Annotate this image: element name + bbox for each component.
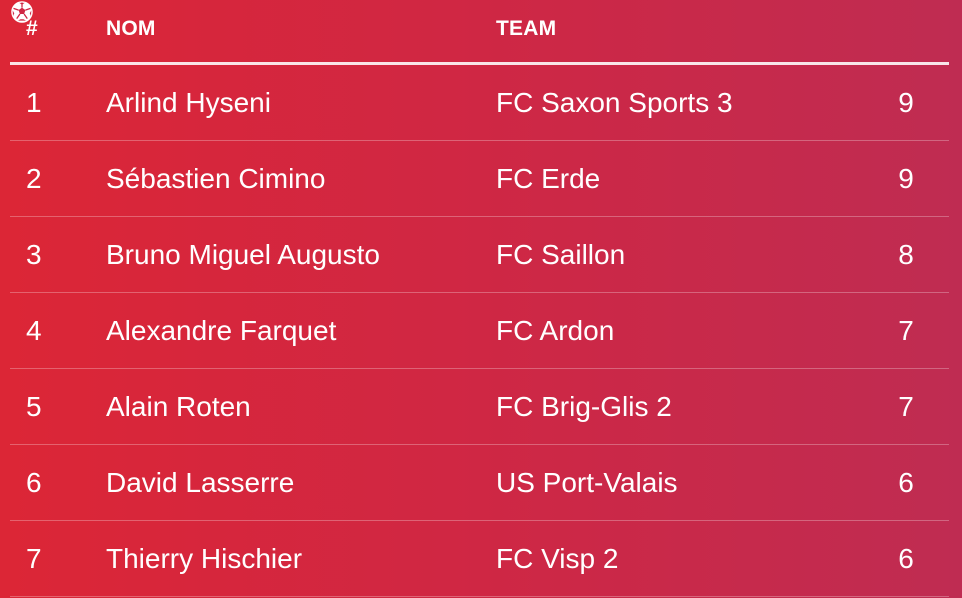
player-name-cell: Alain Roten bbox=[106, 391, 251, 422]
table-row: 3 Bruno Miguel Augusto FC Saillon 8 bbox=[10, 217, 949, 293]
rank-cell: 7 bbox=[26, 543, 42, 574]
team-cell: FC Saillon bbox=[496, 239, 626, 270]
goals-cell: 9 bbox=[898, 163, 914, 194]
goals-cell: 7 bbox=[898, 391, 914, 422]
goals-cell: 6 bbox=[898, 467, 914, 498]
team-cell: FC Ardon bbox=[496, 315, 615, 346]
goals-cell: 9 bbox=[898, 87, 914, 118]
team-cell: FC Brig-Glis 2 bbox=[496, 391, 672, 422]
team-cell: FC Erde bbox=[496, 163, 601, 194]
header-rank: # bbox=[26, 17, 38, 40]
rank-cell: 5 bbox=[26, 391, 42, 422]
rank-cell: 4 bbox=[26, 315, 42, 346]
rank-cell: 6 bbox=[26, 467, 42, 498]
player-name-cell: Arlind Hyseni bbox=[106, 87, 271, 118]
table-row: 7 Thierry Hischier FC Visp 2 6 bbox=[10, 521, 949, 597]
table-row: 2 Sébastien Cimino FC Erde 9 bbox=[10, 141, 949, 217]
scorers-table: # NOM TEAM 1 Arlind Hyseni FC Saxon Spor… bbox=[0, 0, 962, 598]
rank-cell: 3 bbox=[26, 239, 42, 270]
table-row: 1 Arlind Hyseni FC Saxon Sports 3 9 bbox=[10, 65, 949, 141]
table-row: 5 Alain Roten FC Brig-Glis 2 7 bbox=[10, 369, 949, 445]
goals-cell: 8 bbox=[898, 239, 914, 270]
rank-cell: 1 bbox=[26, 87, 42, 118]
team-cell: US Port-Valais bbox=[496, 467, 678, 498]
player-name-cell: Alexandre Farquet bbox=[106, 315, 337, 346]
player-name-cell: Sébastien Cimino bbox=[106, 163, 326, 194]
header-team: TEAM bbox=[496, 17, 557, 40]
table-body: 1 Arlind Hyseni FC Saxon Sports 3 9 2 Sé… bbox=[10, 65, 949, 597]
team-cell: FC Saxon Sports 3 bbox=[496, 87, 733, 118]
table-header: # NOM TEAM bbox=[10, 0, 949, 65]
table-row: 6 David Lasserre US Port-Valais 6 bbox=[10, 445, 949, 521]
team-cell: FC Visp 2 bbox=[496, 543, 619, 574]
header-name: NOM bbox=[106, 17, 156, 40]
table-row: 4 Alexandre Farquet FC Ardon 7 bbox=[10, 293, 949, 369]
player-name-cell: Bruno Miguel Augusto bbox=[106, 239, 380, 270]
player-name-cell: Thierry Hischier bbox=[106, 543, 303, 574]
player-name-cell: David Lasserre bbox=[106, 467, 295, 498]
rank-cell: 2 bbox=[26, 163, 42, 194]
goals-cell: 7 bbox=[898, 315, 914, 346]
goals-cell: 6 bbox=[898, 543, 914, 574]
